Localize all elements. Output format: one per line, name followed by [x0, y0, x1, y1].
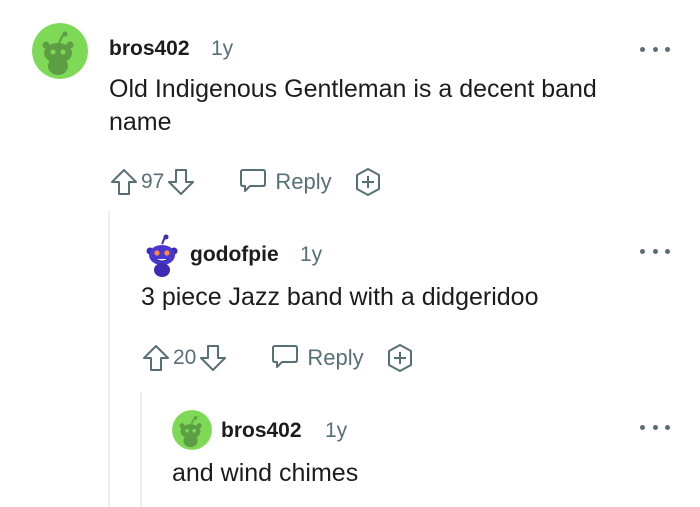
reply-label: Reply: [307, 345, 364, 370]
comment-body: 3 piece Jazz band with a didgeridoo: [141, 283, 539, 311]
vote-score: 20: [173, 346, 197, 369]
comment-body: Old Indigenous Gentleman is a decent ban…: [109, 75, 597, 136]
thread-line: [108, 210, 110, 507]
reply-button[interactable]: Reply: [238, 165, 332, 200]
comment-timestamp[interactable]: 1y: [325, 419, 347, 443]
downvote-icon[interactable]: [166, 167, 196, 197]
comment-body: and wind chimes: [172, 459, 359, 487]
more-options-button[interactable]: [640, 244, 670, 258]
more-options-button[interactable]: [640, 420, 670, 434]
vote-score: 97: [141, 170, 165, 193]
upvote-icon[interactable]: [109, 167, 139, 197]
comment-author[interactable]: godofpie: [190, 243, 279, 267]
thread-line: [140, 392, 142, 507]
snoo-avatar-icon[interactable]: [142, 234, 182, 278]
chat-bubble-icon: [270, 341, 300, 376]
snoo-avatar-icon[interactable]: [32, 23, 88, 79]
upvote-icon[interactable]: [141, 343, 171, 373]
comment-timestamp[interactable]: 1y: [300, 243, 322, 267]
comment-actions: 97 Reply: [109, 164, 384, 200]
reply-button[interactable]: Reply: [270, 341, 364, 376]
comment-author[interactable]: bros402: [109, 37, 190, 61]
chat-bubble-icon: [238, 165, 268, 200]
comment-actions: 20 Reply: [141, 340, 416, 376]
snoo-avatar-icon[interactable]: [172, 410, 212, 450]
reply-label: Reply: [275, 169, 332, 194]
award-icon[interactable]: [352, 166, 384, 198]
more-options-button[interactable]: [640, 42, 670, 56]
award-icon[interactable]: [384, 342, 416, 374]
comment-timestamp[interactable]: 1y: [211, 37, 233, 61]
comment-author[interactable]: bros402: [221, 419, 302, 443]
downvote-icon[interactable]: [198, 343, 228, 373]
